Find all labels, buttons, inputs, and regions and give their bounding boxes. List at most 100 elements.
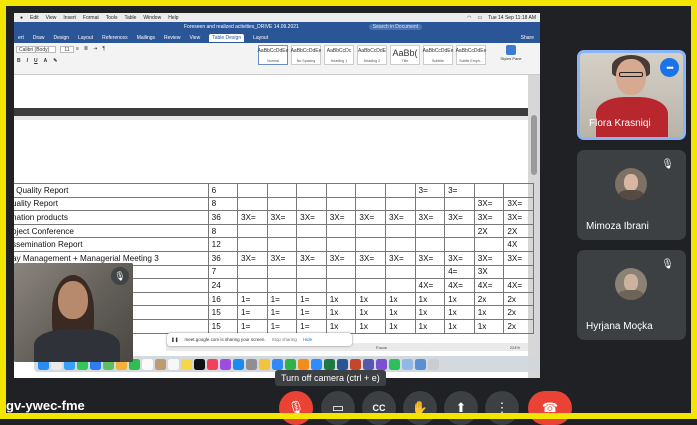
preview-icon[interactable]	[402, 358, 413, 370]
styles-pane-button[interactable]: Styles Pane	[500, 45, 522, 61]
table-cell[interactable]: 2x	[503, 291, 534, 307]
pages-icon[interactable]	[298, 358, 309, 370]
reminders-icon[interactable]	[168, 358, 179, 370]
table-cell[interactable]	[414, 237, 446, 252]
zoom-level[interactable]: 224%	[510, 345, 528, 350]
share-button[interactable]: Share	[521, 35, 540, 41]
keynote-icon[interactable]	[272, 358, 283, 370]
table-cell[interactable]: uality Report	[14, 196, 209, 212]
table-cell[interactable]: 1x	[384, 291, 416, 307]
notes-icon[interactable]	[181, 358, 192, 370]
table-cell[interactable]	[384, 237, 416, 252]
downloads-icon[interactable]	[415, 358, 426, 370]
table-cell[interactable]: 1x	[473, 305, 505, 320]
table-cell[interactable]: nation products	[14, 210, 209, 225]
table-cell[interactable]: 3X=	[355, 210, 386, 225]
table-cell[interactable]	[355, 196, 386, 212]
table-cell[interactable]: 3X=	[444, 210, 475, 225]
table-cell[interactable]: 1=	[236, 305, 268, 320]
table-cell[interactable]: 3=	[444, 183, 475, 198]
table-cell[interactable]: 2x	[473, 291, 505, 307]
tab-draw[interactable]: Draw	[33, 35, 45, 41]
table-cell[interactable]: 3X=	[296, 210, 327, 225]
table-cell[interactable]	[296, 183, 327, 198]
table-cell[interactable]: 1x	[444, 305, 475, 320]
table-cell[interactable]: 3X=	[325, 250, 357, 266]
tab-table-layout[interactable]: Layout	[253, 35, 268, 41]
table-cell[interactable]: 3X=	[325, 210, 357, 225]
table-cell[interactable]: 8	[207, 223, 238, 239]
wifi-icon[interactable]: ◠	[467, 15, 471, 21]
table-cell[interactable]: 2x	[503, 318, 534, 334]
table-cell[interactable]	[414, 196, 446, 212]
table-cell[interactable]: 3X=	[296, 250, 327, 266]
settings-icon[interactable]	[246, 358, 257, 370]
table-cell[interactable]: 1x	[384, 305, 416, 320]
table-cell[interactable]: 1x	[355, 305, 386, 320]
table-cell[interactable]	[384, 223, 416, 239]
table-cell[interactable]: 1x	[355, 318, 386, 334]
table-cell[interactable]	[355, 278, 386, 293]
more-options-icon[interactable]: •••	[660, 58, 679, 77]
hide-banner-button[interactable]: Hide	[303, 337, 312, 342]
table-cell[interactable]: 2X	[503, 223, 534, 239]
tv-icon[interactable]	[194, 358, 205, 370]
whatsapp-icon[interactable]	[389, 358, 400, 370]
appstore-icon[interactable]	[233, 358, 244, 370]
table-cell[interactable]	[325, 237, 357, 252]
captions-button[interactable]: CC	[362, 391, 396, 425]
teams-icon[interactable]	[363, 358, 374, 370]
table-cell[interactable]: 1x	[355, 291, 386, 307]
raise-hand-button[interactable]: ✋	[403, 391, 437, 425]
style-no-spacing[interactable]: AaBbCcDdEe No Spacing	[291, 45, 321, 65]
table-cell[interactable]	[236, 264, 268, 280]
table-cell[interactable]	[296, 264, 327, 280]
table-cell[interactable]: 1=	[266, 305, 298, 320]
table-cell[interactable]: 1=	[266, 318, 298, 334]
table-cell[interactable]	[473, 237, 505, 252]
table-cell[interactable]	[325, 278, 357, 293]
table-cell[interactable]	[384, 196, 416, 212]
table-cell[interactable]: 15	[207, 318, 238, 334]
table-cell[interactable]: 3X=	[384, 250, 416, 266]
table-cell[interactable]	[236, 196, 268, 212]
table-cell[interactable]: 4X=	[503, 278, 534, 293]
table-cell[interactable]: 4=	[444, 264, 475, 280]
table-cell[interactable]	[503, 264, 534, 280]
excel-icon[interactable]	[324, 358, 335, 370]
table-cell[interactable]: 4X=	[444, 278, 475, 293]
table-cell[interactable]: 15	[207, 305, 238, 320]
table-cell[interactable]	[236, 278, 268, 293]
bullets-icon[interactable]: ≡	[76, 46, 79, 52]
table-cell[interactable]: 8	[207, 196, 238, 212]
style-subtitle[interactable]: AaBbCcDdEe Subtitle	[423, 45, 453, 65]
table-cell[interactable]	[384, 264, 416, 280]
table-cell[interactable]: 36	[207, 250, 238, 266]
more-options-button[interactable]: ⋮	[485, 391, 519, 425]
table-cell[interactable]	[444, 196, 475, 212]
tab-view[interactable]: View	[189, 35, 200, 41]
zoom-icon[interactable]	[311, 358, 322, 370]
font-name-select[interactable]: Calibri (Body)	[16, 46, 56, 53]
contacts-icon[interactable]	[155, 358, 166, 370]
table-cell[interactable]: 3X=	[503, 210, 534, 225]
table-cell[interactable]: 4X=	[414, 278, 446, 293]
table-cell[interactable]: 1x	[473, 318, 505, 334]
table-cell[interactable]: 1=	[296, 305, 327, 320]
table-cell[interactable]: 16	[207, 291, 238, 307]
table-cell[interactable]: 7	[207, 264, 238, 280]
table-cell[interactable]: 3X=	[236, 210, 268, 225]
table-cell[interactable]	[473, 183, 505, 198]
table-cell[interactable]	[296, 237, 327, 252]
table-cell[interactable]: 3X=	[414, 210, 446, 225]
style-heading-1[interactable]: AaBbCcDc Heading 1	[324, 45, 354, 65]
indent-icon[interactable]: ⇥	[93, 46, 97, 52]
table-cell[interactable]: 3X=	[266, 250, 298, 266]
style-subtle-emphasis[interactable]: AaBbCcDdEe Subtle Emph...	[456, 45, 486, 65]
style-normal[interactable]: AaBbCcDdEe Normal	[258, 45, 288, 65]
table-cell[interactable]: ssemination Report	[14, 237, 209, 252]
table-cell[interactable]	[325, 196, 357, 212]
table-cell[interactable]: 1x	[325, 318, 357, 334]
word-icon[interactable]	[337, 358, 348, 370]
trash-icon[interactable]	[428, 358, 439, 370]
